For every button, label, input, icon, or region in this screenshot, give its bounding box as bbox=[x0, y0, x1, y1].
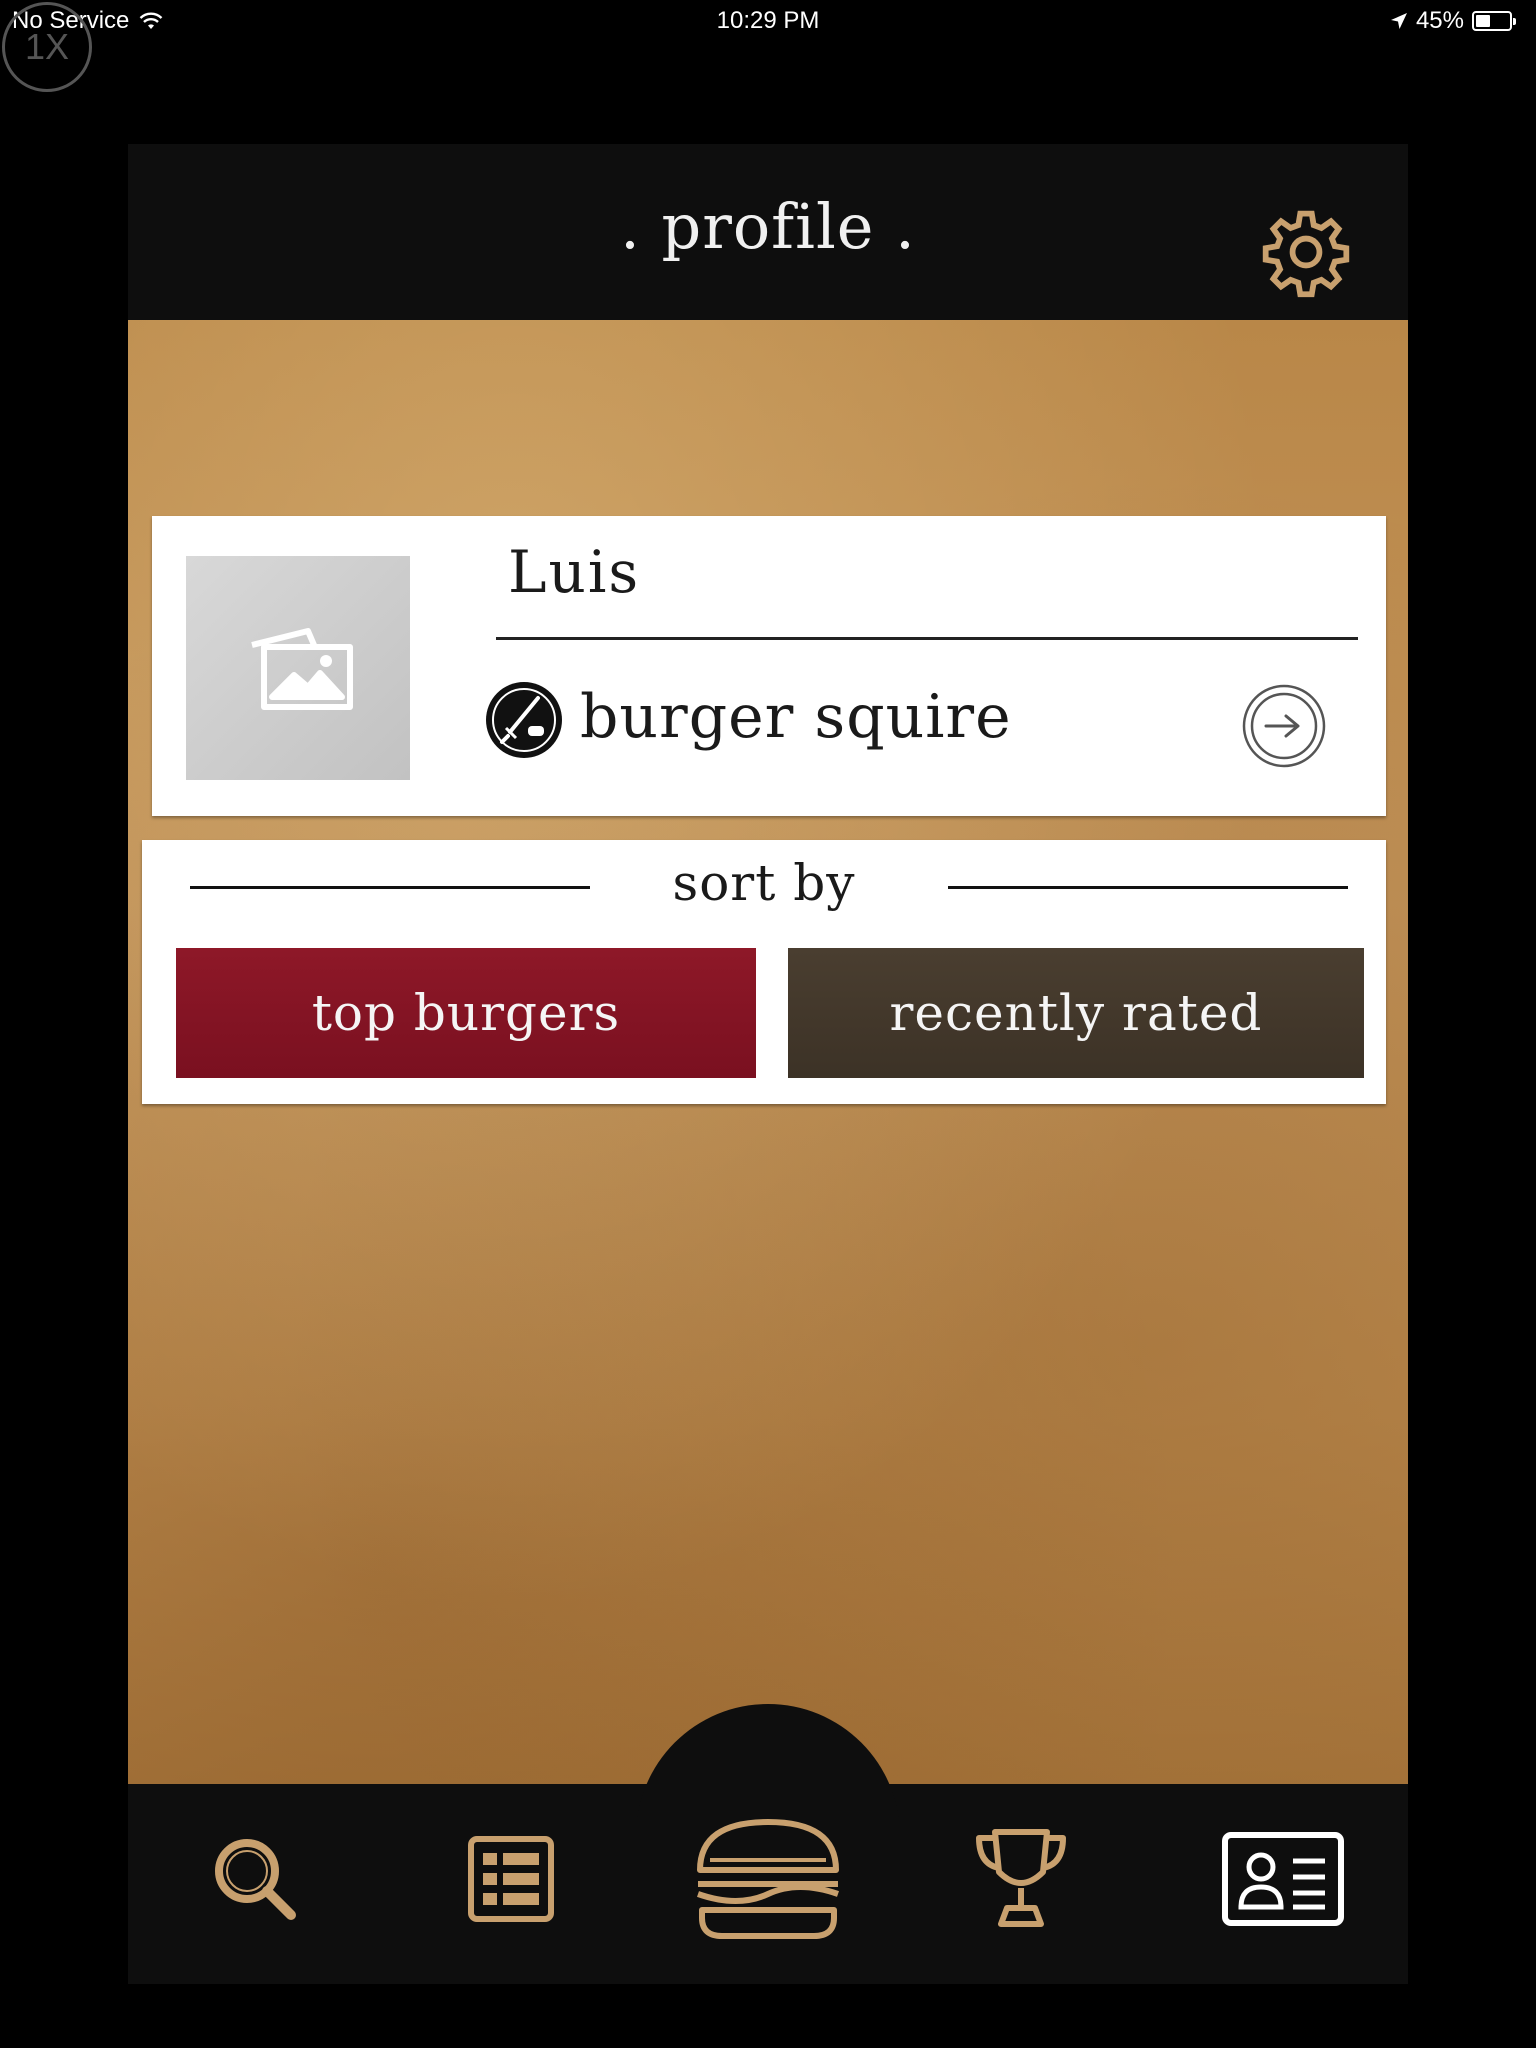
nav-list[interactable] bbox=[456, 1824, 566, 1934]
list-icon bbox=[468, 1836, 554, 1922]
nav-burger[interactable] bbox=[683, 1819, 853, 1939]
nav-trophy[interactable] bbox=[966, 1824, 1076, 1934]
app-frame: . profile . Luis burger squire sort by t… bbox=[128, 144, 1408, 1984]
sort-label: sort by bbox=[672, 854, 856, 912]
gear-icon[interactable] bbox=[1258, 204, 1354, 300]
status-bar: No Service 10:29 PM 45% bbox=[0, 0, 1536, 42]
status-right: 45% bbox=[1390, 7, 1516, 35]
avatar[interactable] bbox=[186, 556, 410, 780]
profile-card: Luis burger squire bbox=[152, 516, 1386, 816]
username: Luis bbox=[508, 538, 641, 606]
sort-card: sort by top burgers recently rated bbox=[142, 840, 1386, 1104]
clock: 10:29 PM bbox=[716, 7, 820, 34]
nav-profile[interactable] bbox=[1218, 1824, 1348, 1934]
battery-icon bbox=[1472, 11, 1516, 31]
location-arrow-icon bbox=[1390, 13, 1407, 29]
arrow-right-circle-icon[interactable] bbox=[1242, 684, 1326, 768]
nav-search[interactable] bbox=[200, 1824, 310, 1934]
bottom-nav bbox=[128, 1704, 1408, 1984]
trophy-icon bbox=[976, 1829, 1066, 1927]
rank-title: burger squire bbox=[580, 682, 1012, 752]
profile-card-icon bbox=[1222, 1832, 1344, 1926]
tab-top-burgers[interactable]: top burgers bbox=[176, 948, 756, 1078]
burger-icon bbox=[697, 1819, 839, 1939]
battery-percent: 45% bbox=[1415, 7, 1464, 34]
image-placeholder-icon bbox=[251, 628, 353, 710]
tab-recently-rated[interactable]: recently rated bbox=[788, 948, 1364, 1078]
sword-burger-badge-icon bbox=[486, 682, 562, 758]
zoom-badge[interactable]: 1X bbox=[2, 2, 92, 92]
search-icon bbox=[215, 1839, 296, 1920]
content-area: Luis burger squire sort by top burgers r… bbox=[128, 320, 1408, 1784]
page-title: . profile . bbox=[620, 190, 916, 263]
header: . profile . bbox=[128, 144, 1408, 320]
divider bbox=[496, 637, 1358, 640]
